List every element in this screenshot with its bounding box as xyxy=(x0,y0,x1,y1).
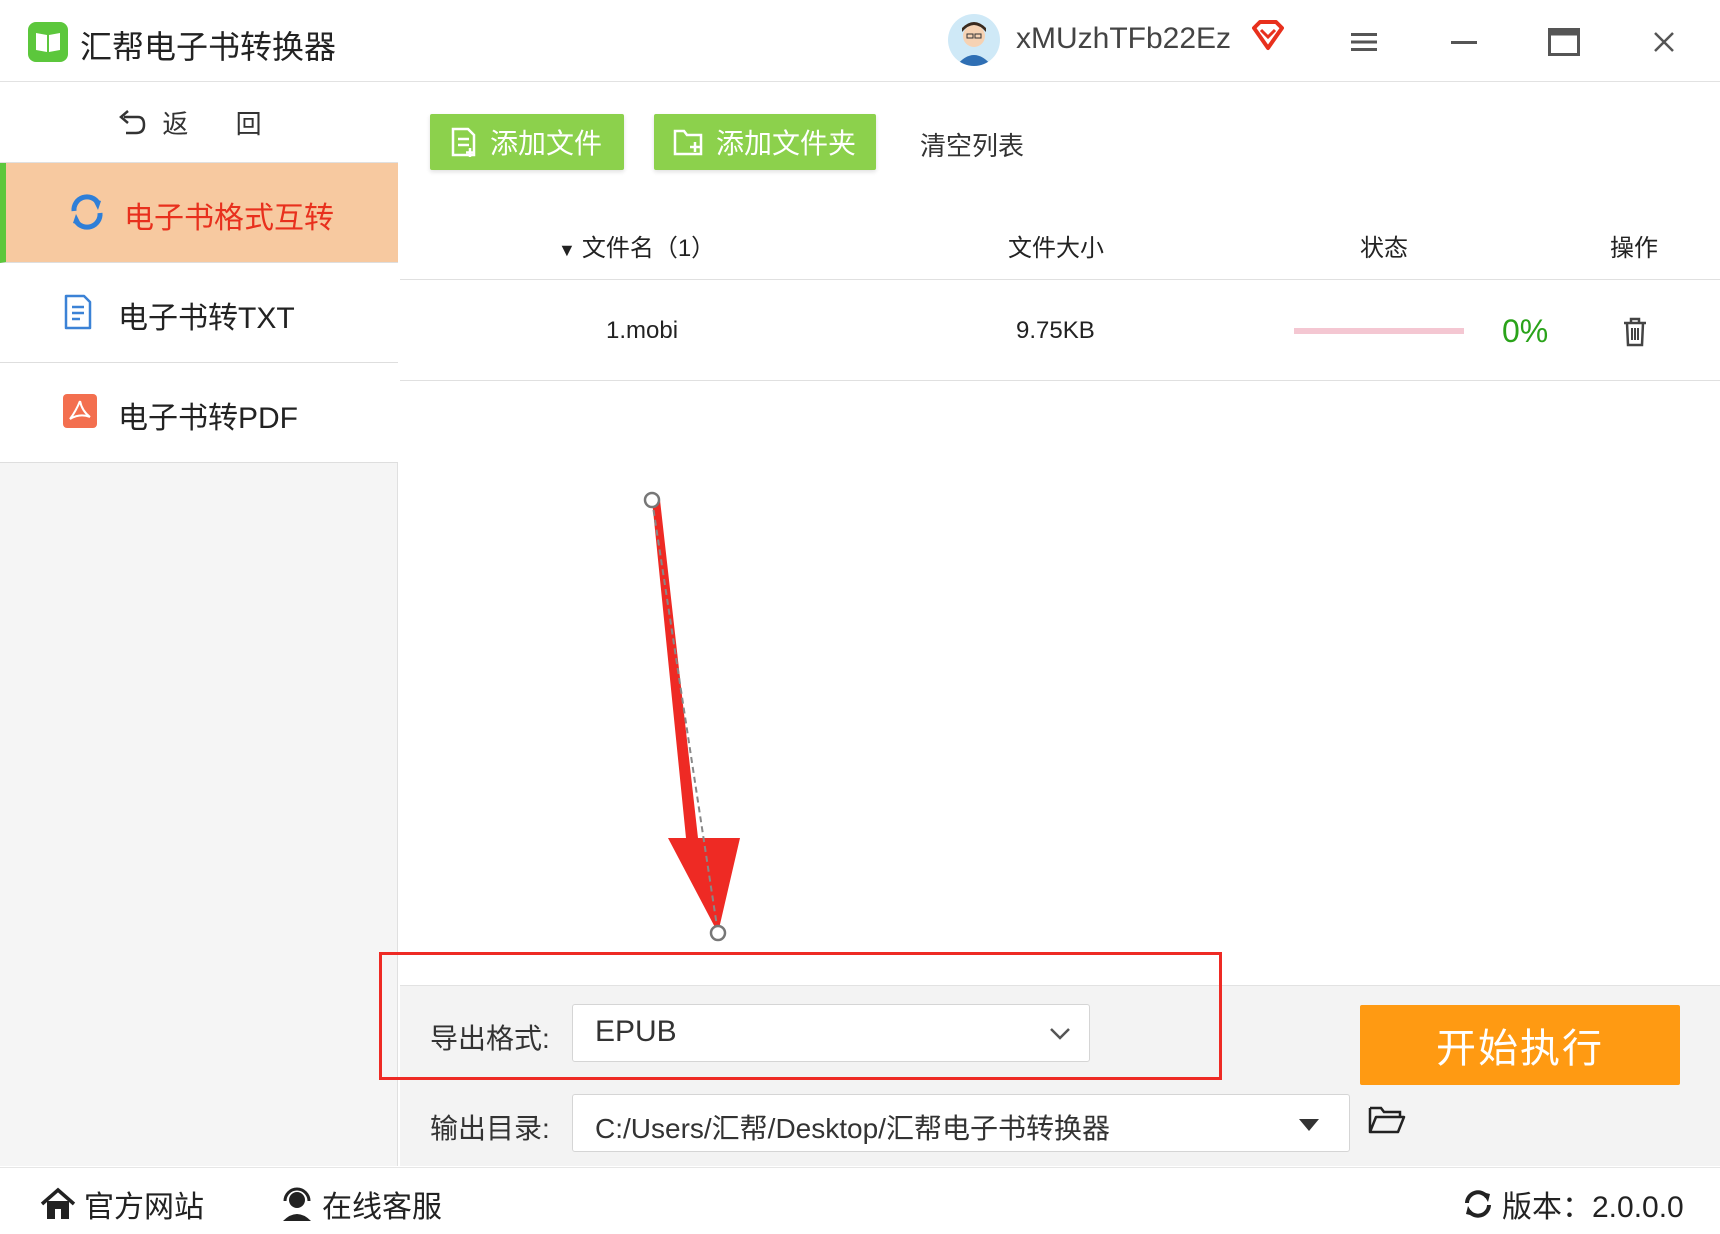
add-file-label: 添加文件 xyxy=(490,128,603,159)
output-dir-label: 输出目录: xyxy=(430,1113,550,1144)
column-filename[interactable]: ▼ 文件名（1） xyxy=(558,228,715,263)
sidebar-item-label: 电子书转TXT xyxy=(118,302,295,335)
add-folder-icon xyxy=(673,129,703,156)
clear-list-button[interactable]: 清空列表 xyxy=(920,126,1024,163)
sidebar-item-label: 电子书转PDF xyxy=(118,402,298,435)
refresh-icon xyxy=(68,193,106,233)
app-logo-icon xyxy=(28,22,68,62)
table-row[interactable]: 1.mobi 9.75KB 0% xyxy=(400,281,1720,381)
maximize-icon[interactable] xyxy=(1542,20,1586,64)
minimize-icon[interactable] xyxy=(1442,20,1486,64)
file-table-header: ▼ 文件名（1） 文件大小 状态 操作 xyxy=(400,200,1720,280)
back-button[interactable]: 返 回 xyxy=(0,83,398,163)
column-size: 文件大小 xyxy=(1008,235,1104,262)
highlight-box xyxy=(379,952,1222,1080)
title-bar: 汇帮电子书转换器 xMUzhTFb22Ez xyxy=(0,0,1720,82)
sort-down-icon: ▼ xyxy=(558,240,576,260)
menu-icon[interactable] xyxy=(1342,20,1386,64)
user-avatar[interactable] xyxy=(948,14,1000,66)
start-button[interactable]: 开始执行 xyxy=(1360,1005,1680,1085)
official-website-label: 官方网站 xyxy=(84,1191,204,1224)
pdf-icon xyxy=(62,393,100,433)
sidebar-item-to-pdf[interactable]: 电子书转PDF xyxy=(0,363,398,463)
vip-diamond-icon[interactable] xyxy=(1250,18,1286,59)
back-label: 返 回 xyxy=(162,109,282,139)
caret-down-icon xyxy=(1299,1119,1319,1131)
sidebar-item-format-convert[interactable]: 电子书格式互转 xyxy=(0,163,398,263)
username[interactable]: xMUzhTFb22Ez xyxy=(1016,22,1231,56)
column-status: 状态 xyxy=(1360,235,1408,262)
official-website-link[interactable]: 官方网站 xyxy=(40,1182,204,1226)
home-icon xyxy=(40,1187,76,1219)
status-bar: 官方网站 在线客服 版本：2.0.0.0 xyxy=(0,1167,1720,1234)
output-dir-select[interactable]: C:/Users/汇帮/Desktop/汇帮电子书转换器 xyxy=(572,1094,1350,1152)
app-title: 汇帮电子书转换器 xyxy=(80,29,337,65)
file-name: 1.mobi xyxy=(606,317,679,344)
trash-icon[interactable] xyxy=(1622,317,1648,352)
output-dir-value: C:/Users/汇帮/Desktop/汇帮电子书转换器 xyxy=(595,1113,1110,1144)
version-label: 版本：2.0.0.0 xyxy=(1502,1191,1684,1224)
add-file-icon xyxy=(451,127,476,157)
progress-percent: 0% xyxy=(1502,313,1549,349)
update-refresh-icon xyxy=(1465,1190,1491,1218)
file-size: 9.75KB xyxy=(1016,317,1095,344)
sidebar-item-label: 电子书格式互转 xyxy=(124,202,334,235)
add-file-button[interactable]: 添加文件 xyxy=(430,114,624,170)
open-folder-icon[interactable] xyxy=(1368,1104,1406,1141)
close-icon[interactable] xyxy=(1642,20,1686,64)
back-arrow-icon xyxy=(119,109,146,134)
document-icon xyxy=(62,293,100,333)
online-support-link[interactable]: 在线客服 xyxy=(280,1182,442,1226)
sidebar-item-to-txt[interactable]: 电子书转TXT xyxy=(0,263,398,363)
online-support-label: 在线客服 xyxy=(322,1191,442,1224)
column-action: 操作 xyxy=(1610,235,1658,262)
headset-icon xyxy=(283,1187,311,1221)
sidebar: 返 回 电子书格式互转 电子书转TXT 电子书转PDF xyxy=(0,83,398,1166)
progress-bar xyxy=(1294,328,1464,334)
add-folder-button[interactable]: 添加文件夹 xyxy=(654,114,876,170)
version-info: 版本：2.0.0.0 xyxy=(1462,1182,1684,1226)
add-folder-label: 添加文件夹 xyxy=(716,128,857,159)
